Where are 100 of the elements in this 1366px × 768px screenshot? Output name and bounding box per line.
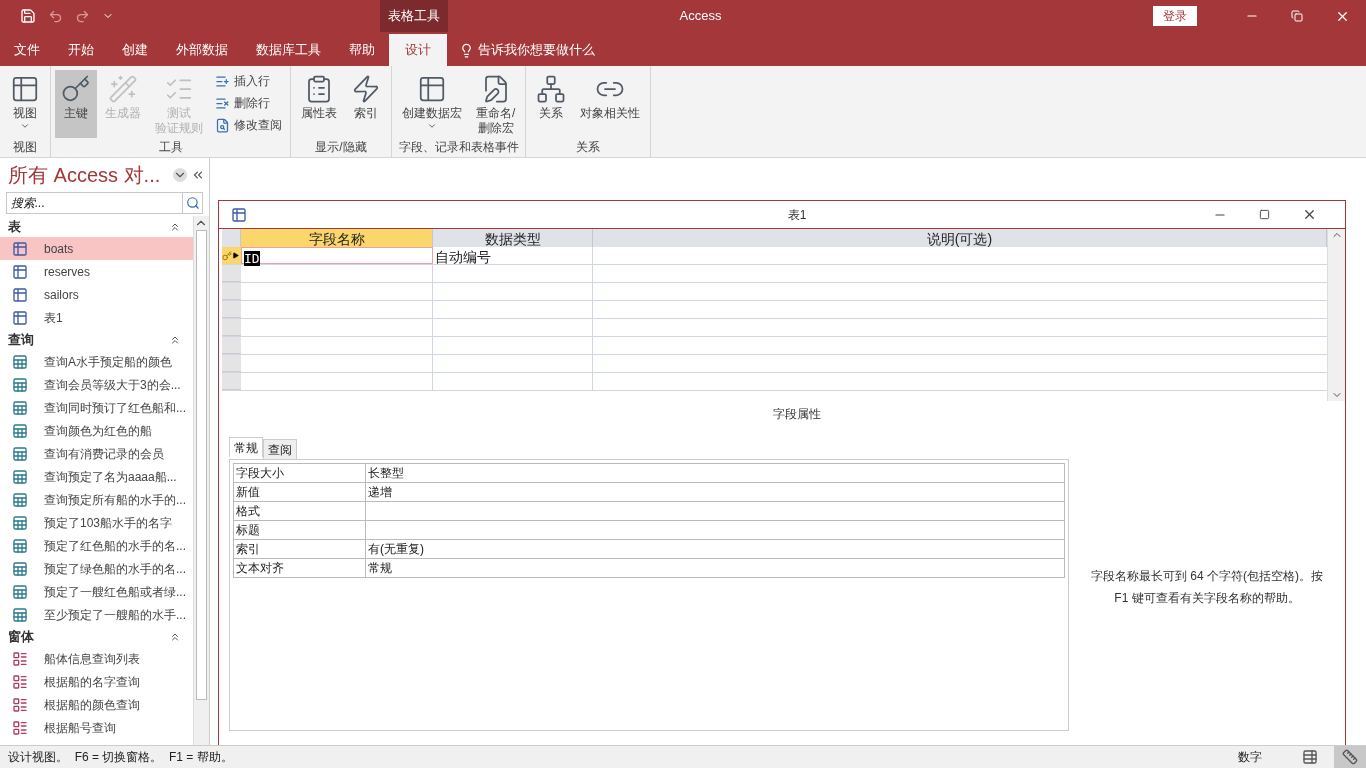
search-field[interactable]: 搜索... [6, 192, 183, 214]
table-icon [12, 263, 28, 280]
property-value[interactable]: 常规 [368, 561, 392, 575]
query-icon [12, 491, 28, 508]
query-icon [12, 376, 28, 393]
table-cell[interactable]: 自动编号 [433, 247, 593, 264]
navigation-item[interactable]: 表1 [0, 306, 193, 329]
navigation-item[interactable]: 查询会员等级大于3的会... [0, 373, 193, 396]
query-icon [12, 399, 28, 416]
ribbon-tab[interactable]: 外部数据 [162, 34, 242, 66]
redo-icon[interactable] [75, 8, 90, 24]
group-header[interactable]: 查询 [8, 329, 169, 350]
ribbon-tab[interactable]: 创建 [108, 34, 162, 66]
lightning-icon [351, 74, 381, 104]
ribbon-tab[interactable]: 帮助 [335, 34, 389, 66]
form-icon [12, 650, 28, 667]
search-icon [185, 196, 200, 210]
query-icon [12, 468, 28, 485]
undo-icon[interactable] [48, 8, 63, 24]
property-label: 标题 [236, 523, 260, 537]
property-value[interactable]: 长整型 [368, 466, 404, 480]
table-icon [12, 309, 28, 326]
search-button[interactable] [183, 192, 203, 214]
navigation-item[interactable]: 查询颜色为红色的船 [0, 419, 193, 442]
ribbon-button[interactable]: 插入行 [211, 70, 286, 92]
navigation-item[interactable]: 根据船的名字查询 [0, 670, 193, 693]
ribbon-button[interactable]: 视图 [4, 70, 46, 138]
datasheet-view-icon[interactable] [1302, 749, 1318, 765]
property-tab[interactable]: 常规 [229, 437, 263, 457]
login-button[interactable]: 登录 [1153, 6, 1197, 26]
ribbon-group-label: 工具 [157, 139, 184, 156]
navigation-item[interactable]: 预定了红色船的水手的名... [0, 534, 193, 557]
navigation-title: 所有 Access 对... [8, 163, 162, 188]
current-row-icon [232, 252, 239, 259]
property-value[interactable]: 有(无重复) [368, 542, 424, 556]
restore-icon[interactable] [1291, 10, 1303, 22]
table-cell[interactable]: ID [241, 247, 433, 264]
query-icon [12, 583, 28, 600]
navigation-item[interactable]: 预定了一艘红色船或者绿... [0, 580, 193, 603]
scrollbar-thumb[interactable] [196, 230, 207, 700]
ribbon-button[interactable]: 索引 [345, 70, 387, 138]
ribbon-group-label: 字段、记录和表格事件 [397, 139, 520, 156]
row-selector[interactable] [222, 247, 241, 264]
tell-me-field[interactable]: 告诉我你想要做什么 [478, 40, 595, 60]
section-heading: 字段属性 [773, 407, 821, 421]
navigation-item[interactable]: 预定了绿色船的水手的名... [0, 557, 193, 580]
design-view-icon [1342, 749, 1358, 765]
property-label: 字段大小 [236, 466, 284, 480]
navigation-item[interactable]: 查询预定了名为aaaa船... [0, 465, 193, 488]
ribbon-tab[interactable]: 数据库工具 [242, 34, 335, 66]
ribbon-button[interactable]: 删除行 [211, 92, 286, 114]
navigation-item[interactable]: 船体信息查询列表 [0, 647, 193, 670]
query-icon [12, 537, 28, 554]
navigation-item[interactable]: 预定了103船水手的名字 [0, 511, 193, 534]
table-icon [231, 206, 247, 223]
window-title: 表1 [786, 206, 808, 224]
navigation-item[interactable]: 根据船号查询 [0, 716, 193, 739]
table-icon [12, 286, 28, 303]
grid-icon [10, 74, 40, 104]
ribbon-button[interactable]: 对象相关性 [574, 70, 647, 138]
dropdown-icon[interactable] [173, 168, 187, 182]
property-label: 格式 [236, 504, 260, 518]
group-header[interactable]: 窗体 [8, 626, 169, 647]
lightbulb-icon [459, 42, 474, 58]
status-indicator: 数字 [1238, 749, 1262, 766]
ribbon-button[interactable]: 重命名/ 删除宏 [470, 70, 522, 138]
ribbon-button[interactable]: 关系 [530, 70, 573, 138]
property-label: 索引 [236, 542, 260, 556]
navigation-item[interactable]: 查询预定所有船的水手的... [0, 488, 193, 511]
ribbon-button[interactable]: 创建数据宏 [396, 70, 468, 138]
ribbon-button[interactable]: 修改查阅 [211, 114, 286, 136]
design-view-button[interactable] [1334, 746, 1366, 768]
collapse-icon[interactable] [191, 168, 205, 182]
property-label: 文本对齐 [236, 561, 284, 575]
close-icon[interactable] [1302, 207, 1317, 222]
navigation-item[interactable]: 查询有消费记录的会员 [0, 442, 193, 465]
delete-row-icon [215, 95, 230, 111]
navigation-item[interactable]: 查询同时预订了红色船和... [0, 396, 193, 419]
group-header[interactable]: 表 [8, 216, 169, 237]
property-tab[interactable]: 查阅 [263, 439, 297, 459]
ribbon-button[interactable]: 属性表 [295, 70, 343, 138]
maximize-icon[interactable] [1259, 209, 1270, 220]
navigation-item[interactable]: 根据船的颜色查询 [0, 693, 193, 716]
query-icon [12, 606, 28, 623]
caret-icon [427, 121, 437, 131]
table-icon [12, 240, 28, 257]
navigation-item[interactable]: sailors [0, 283, 193, 306]
navigation-item[interactable]: 查询A水手预定船的颜色 [0, 350, 193, 373]
lookup-icon [215, 117, 230, 133]
ribbon-button[interactable]: 主键 [55, 70, 97, 138]
help-text: 字段名称最长可到 64 个字符(包括空格)。按 F1 键可查看有关字段名称的帮助。 [1090, 568, 1324, 607]
navigation-item[interactable]: 至少预定了一艘船的水手... [0, 603, 193, 626]
ribbon-tab[interactable]: 设计 [389, 34, 447, 66]
ribbon-tab[interactable]: 文件 [0, 34, 54, 66]
navigation-item[interactable]: reserves [0, 260, 193, 283]
save-icon[interactable] [20, 8, 36, 24]
ribbon-tab[interactable]: 开始 [54, 34, 108, 66]
property-value[interactable]: 递增 [368, 485, 392, 499]
property-label: 新值 [236, 485, 260, 499]
navigation-item[interactable]: boats [0, 237, 193, 260]
